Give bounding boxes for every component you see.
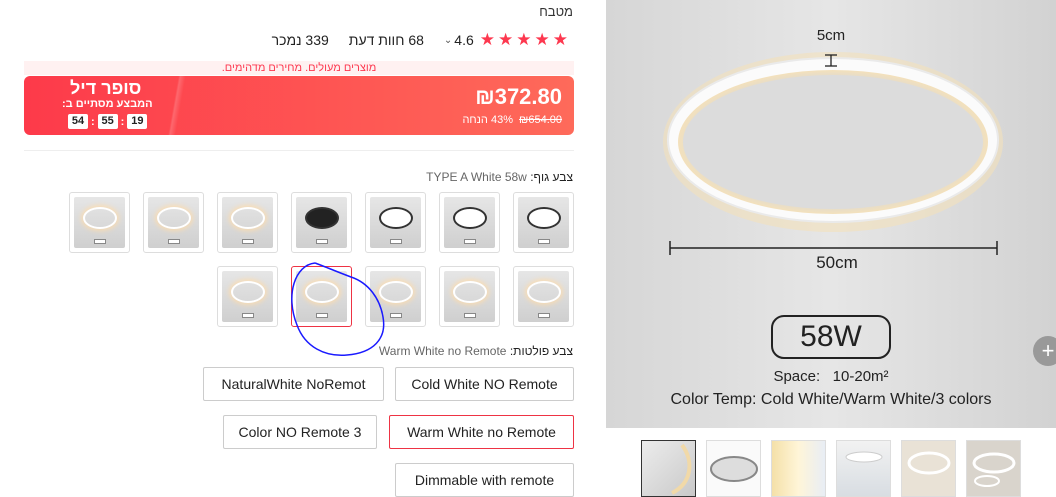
emitting-color-label: צבע פולטות: Warm White no Remote: [378, 344, 573, 358]
countdown-timer: 54 : 55 : 19: [68, 114, 148, 129]
star-icon: ★: [498, 30, 514, 49]
deal-ends-label: המבצע מסתיים ב:: [62, 98, 153, 110]
variant-thumb[interactable]: [365, 192, 426, 253]
chevron-down-icon[interactable]: ⌄: [444, 35, 452, 46]
color-temp-spec: Color Temp: Cold White/Warm White/3 colo…: [670, 391, 992, 408]
rating-score[interactable]: 4.6: [454, 32, 473, 48]
star-rating[interactable]: ★ ★ ★ ★ ★: [480, 30, 568, 50]
variant-thumb[interactable]: [217, 266, 278, 327]
product-info-panel: מטבח ★ ★ ★ ★ ★ 4.6 ⌄ 68 חוות דעת 339 נמכ…: [0, 0, 600, 497]
variant-thumb[interactable]: [217, 192, 278, 253]
dimension-height-label: 5cm: [816, 27, 846, 44]
variant-thumb[interactable]: [513, 192, 574, 253]
option-color-no-remote-3[interactable]: Color NO Remote 3: [223, 415, 377, 449]
rating-row: ★ ★ ★ ★ ★ 4.6 ⌄ 68 חוות דעת 339 נמכר: [272, 30, 568, 50]
body-color-value: TYPE A White 58w: [426, 170, 527, 184]
variant-thumb[interactable]: [291, 192, 352, 253]
timer-minutes: 55: [97, 114, 118, 129]
timer-hours: 19: [127, 114, 148, 129]
space-spec: Space: 10-20m²: [773, 368, 889, 385]
super-deal-title: סופר דיל: [70, 78, 142, 98]
category-breadcrumb[interactable]: מטבח: [539, 4, 573, 19]
gallery-thumb[interactable]: [836, 440, 891, 497]
variant-thumb[interactable]: [439, 192, 500, 253]
option-warm-white-no-remote[interactable]: Warm White no Remote: [389, 415, 574, 449]
price-compare: ₪654.00 43% הנחה: [462, 114, 562, 126]
variant-thumb[interactable]: [69, 192, 130, 253]
divider: [24, 150, 574, 151]
option-dimmable-with-remote[interactable]: Dimmable with remote: [395, 463, 574, 497]
promo-notice: מוצרים מעולים. מחירים מדהימים.: [24, 61, 574, 75]
gallery-thumb[interactable]: [641, 440, 696, 497]
main-product-image[interactable]: 5cm 50cm 58W Space: 10-20m² Color Temp: …: [606, 0, 1056, 428]
star-icon: ★: [516, 30, 532, 49]
reviews-count[interactable]: 68 חוות דעת: [349, 32, 424, 48]
discount-label: 43% הנחה: [462, 114, 513, 126]
product-page: מטבח ★ ★ ★ ★ ★ 4.6 ⌄ 68 חוות דעת 339 נמכ…: [0, 0, 1056, 497]
option-cold-white-no-remote[interactable]: Cold White NO Remote: [395, 367, 574, 401]
gallery-thumb[interactable]: [771, 440, 826, 497]
expand-icon[interactable]: +: [1033, 336, 1056, 366]
variant-thumb[interactable]: [439, 266, 500, 327]
variant-thumb[interactable]: [513, 266, 574, 327]
original-price: ₪654.00: [519, 114, 562, 126]
dimension-width-label: 50cm: [816, 253, 858, 272]
image-gallery-strip: [606, 440, 1021, 497]
emitting-color-value: Warm White no Remote: [378, 344, 507, 358]
variant-thumb[interactable]: [143, 192, 204, 253]
star-icon: ★: [552, 30, 568, 49]
sold-count: 339 נמכר: [271, 32, 329, 48]
star-icon: ★: [534, 30, 550, 49]
current-price: ₪372.80: [475, 84, 562, 109]
super-deal-banner: ₪372.80 ₪654.00 43% הנחה סופר דיל המבצע …: [24, 76, 574, 135]
timer-seconds: 54: [68, 114, 88, 129]
star-icon: ★: [479, 30, 495, 49]
body-color-label: צבע גוף: TYPE A White 58w: [426, 170, 573, 184]
gallery-thumb[interactable]: [901, 440, 956, 497]
wattage-label: 58W: [800, 320, 862, 353]
option-natural-white-no-remote[interactable]: NaturalWhite NoRemot: [203, 367, 384, 401]
gallery-thumb[interactable]: [706, 440, 761, 497]
gallery-thumb[interactable]: [966, 440, 1021, 497]
